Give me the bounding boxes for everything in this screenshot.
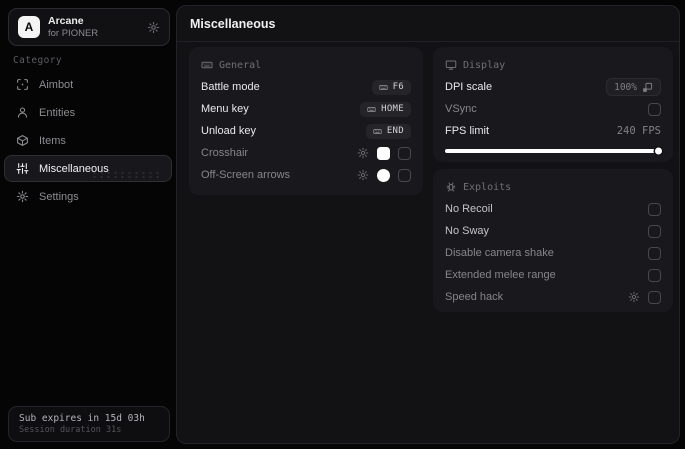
keyboard-icon: [366, 105, 377, 114]
vsync-row: VSync: [445, 98, 661, 120]
keyboard-icon: [372, 127, 383, 136]
person-icon: [16, 106, 29, 119]
battle-mode-label: Battle mode: [201, 81, 260, 93]
dpi-scale-row: DPI scale 100%: [445, 76, 661, 98]
sidebar-item-entities[interactable]: Entities: [4, 99, 172, 126]
keyboard-icon: [201, 59, 213, 71]
sliders-icon: [16, 162, 29, 175]
general-card: General Battle mode F6 Menu key HOME Unl…: [189, 47, 423, 195]
dots-texture: [91, 171, 163, 178]
no-sway-checkbox[interactable]: [648, 224, 661, 238]
category-label: Category: [13, 55, 62, 66]
extended-melee-range-row: Extended melee range: [445, 264, 661, 286]
fps-limit-label: FPS limit: [445, 125, 489, 137]
sidebar-item-label: Settings: [39, 190, 79, 203]
brand-card: A Arcane for PIONER: [8, 8, 170, 46]
subscription-footer: Sub expires in 15d 03h Session duration …: [8, 406, 170, 442]
offscreen-arrows-color-swatch[interactable]: [377, 168, 390, 182]
dpi-scale-label: DPI scale: [445, 81, 493, 93]
unload-key-row: Unload key END: [201, 120, 411, 142]
offscreen-arrows-label: Off-Screen arrows: [201, 169, 291, 181]
display-card-title: Display: [463, 59, 506, 71]
crosshair-row: Crosshair: [201, 142, 411, 164]
speed-hack-label: Speed hack: [445, 291, 504, 303]
session-duration-text: Session duration 31s: [19, 425, 122, 435]
menu-key-row: Menu key HOME: [201, 98, 411, 120]
fps-slider-knob[interactable]: [655, 147, 662, 155]
exploits-card-title: Exploits: [463, 181, 512, 193]
app-name: Arcane: [48, 14, 84, 27]
box-icon: [16, 134, 29, 147]
page-title: Miscellaneous: [190, 16, 276, 31]
gear-icon: [16, 190, 29, 203]
menu-key-keybind[interactable]: HOME: [360, 101, 411, 117]
offscreen-arrows-row: Off-Screen arrows: [201, 164, 411, 186]
sidebar-item-label: Items: [39, 134, 66, 147]
sidebar-item-settings[interactable]: Settings: [4, 183, 172, 210]
menu-key-label: Menu key: [201, 103, 249, 115]
crosshair-settings-gear-icon[interactable]: [357, 147, 369, 159]
monitor-icon: [445, 59, 457, 71]
fps-limit-slider[interactable]: [445, 147, 662, 155]
sub-expiry-text: Sub expires in 15d 03h: [19, 413, 145, 424]
unload-key-label: Unload key: [201, 125, 257, 137]
no-recoil-label: No Recoil: [445, 203, 493, 215]
sidebar-item-items[interactable]: Items: [4, 127, 172, 154]
unload-key-keybind[interactable]: END: [365, 123, 411, 139]
speed-hack-checkbox[interactable]: [648, 290, 661, 304]
header-gear-icon[interactable]: [147, 21, 160, 34]
no-sway-label: No Sway: [445, 225, 490, 237]
extended-melee-range-checkbox[interactable]: [648, 268, 661, 282]
crosshair-scan-icon: [16, 78, 29, 91]
sidebar-nav: Aimbot Entities Items Miscellaneous Sett…: [4, 71, 172, 210]
vsync-checkbox[interactable]: [648, 102, 661, 116]
battle-mode-row: Battle mode F6: [201, 76, 411, 98]
sidebar-item-label: Entities: [39, 106, 76, 119]
no-recoil-checkbox[interactable]: [648, 202, 661, 216]
fps-limit-value: 240 FPS: [616, 125, 661, 137]
speed-hack-row: Speed hack: [445, 286, 661, 308]
battle-mode-keybind[interactable]: F6: [371, 79, 411, 95]
disable-camera-shake-label: Disable camera shake: [445, 247, 554, 259]
disable-camera-shake-checkbox[interactable]: [648, 246, 661, 260]
page-header: Miscellaneous: [177, 6, 679, 42]
sidebar-item-miscellaneous[interactable]: Miscellaneous: [4, 155, 172, 182]
sidebar-item-aimbot[interactable]: Aimbot: [4, 71, 172, 98]
sidebar: A Arcane for PIONER Category Aimbot Enti…: [0, 0, 176, 449]
bug-icon: [445, 181, 457, 193]
keyboard-icon: [378, 83, 389, 92]
offscreen-arrows-checkbox[interactable]: [398, 168, 411, 182]
dpi-scale-select[interactable]: 100%: [606, 78, 661, 96]
vsync-label: VSync: [445, 103, 477, 115]
crosshair-label: Crosshair: [201, 147, 249, 159]
fps-slider-fill: [445, 147, 662, 155]
extended-melee-range-label: Extended melee range: [445, 269, 556, 281]
no-recoil-row: No Recoil: [445, 198, 661, 220]
scale-icon: [642, 82, 653, 93]
speed-hack-settings-gear-icon[interactable]: [628, 291, 640, 303]
app-subtitle: for PIONER: [48, 27, 99, 39]
crosshair-color-swatch[interactable]: [377, 146, 390, 160]
general-card-title: General: [219, 59, 262, 71]
fps-limit-row: FPS limit 240 FPS: [445, 120, 661, 142]
main-panel: Miscellaneous General Battle mode F6 Men…: [176, 5, 680, 444]
crosshair-checkbox[interactable]: [398, 146, 411, 160]
sidebar-item-label: Aimbot: [39, 78, 74, 91]
display-card: Display DPI scale 100% VSync FPS limit 2…: [433, 47, 673, 162]
disable-camera-shake-row: Disable camera shake: [445, 242, 661, 264]
no-sway-row: No Sway: [445, 220, 661, 242]
app-logo: A: [18, 16, 40, 38]
offscreen-arrows-settings-gear-icon[interactable]: [357, 169, 369, 181]
exploits-card: Exploits No Recoil No Sway Disable camer…: [433, 169, 673, 312]
